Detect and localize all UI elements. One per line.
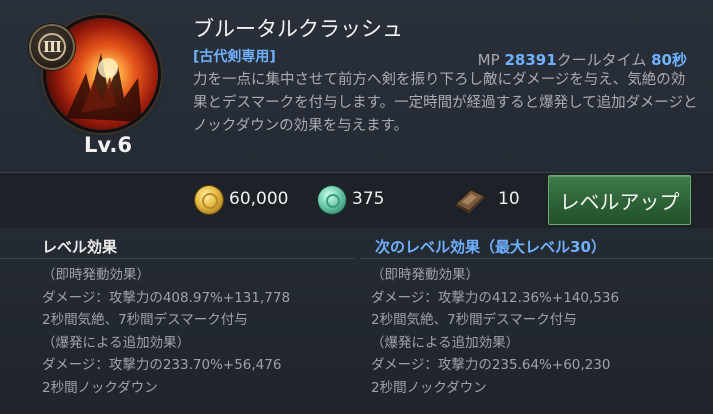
skill-level: Lv.6 <box>84 133 132 157</box>
effect-line: ダメージ：攻撃力の412.36%+140,536 <box>371 289 620 306</box>
effect-line: ダメージ：攻撃力の235.64%+60,230 <box>371 357 611 373</box>
jade-cost: 375 <box>352 189 385 209</box>
effect-line: ダメージ：攻撃力の233.70%+56,476 <box>42 357 282 373</box>
skill-panel: III Lv.6 ブルータルクラッシュ [古代剣専用] MP 28391クールタ… <box>0 0 713 414</box>
cooldown-value: 80秒 <box>651 51 687 69</box>
gold-cost: 60,000 <box>229 189 289 209</box>
effect-line: 2秒間気絶、7秒間デスマーク付与 <box>371 312 577 328</box>
level-up-button[interactable]: レベルアップ <box>548 175 691 225</box>
mp-label: MP <box>477 51 500 69</box>
rank-numeral: III <box>38 33 66 61</box>
gold-coin-icon <box>195 186 223 214</box>
mp-cooldown-row: MP 28391クールタイム 80秒 <box>478 49 687 70</box>
cooldown-label: クールタイム <box>556 51 647 69</box>
next-effects-title: 次のレベル効果（最大レベル30） <box>375 238 606 256</box>
divider <box>0 172 713 173</box>
effect-line: ダメージ：攻撃力の408.97%+131,778 <box>42 289 291 306</box>
weapon-tag: [古代剣専用] <box>193 49 276 65</box>
mp-value: 28391 <box>504 51 557 69</box>
effect-line: 2秒間ノックダウン <box>42 379 158 396</box>
skill-name: ブルータルクラッシュ <box>193 17 403 41</box>
rank-badge-icon: III <box>31 26 73 68</box>
effect-line: （爆発による追加効果） <box>42 334 191 351</box>
divider <box>0 258 355 259</box>
next-effects-list: （即時発動効果） ダメージ：攻撃力の412.36%+140,536 2秒間気絶、… <box>371 264 619 399</box>
current-effects-list: （即時発動効果） ダメージ：攻撃力の408.97%+131,778 2秒間気絶、… <box>42 264 290 399</box>
divider <box>360 258 713 259</box>
skill-description: 力を一点に集中させて前方へ剣を振り下ろし敵にダメージを与え、気絶の効果とデスマー… <box>193 72 698 134</box>
effect-line: （爆発による追加効果） <box>371 334 520 351</box>
book-count: 10 <box>498 189 520 209</box>
effect-line: 2秒間気絶、7秒間デスマーク付与 <box>42 312 248 328</box>
effect-line: （即時発動効果） <box>42 267 150 283</box>
jade-coin-icon <box>318 186 346 214</box>
skill-book-icon <box>455 189 485 213</box>
effect-line: 2秒間ノックダウン <box>371 379 487 396</box>
current-effects-title: レベル効果 <box>42 238 118 256</box>
effect-line: （即時発動効果） <box>371 267 479 283</box>
